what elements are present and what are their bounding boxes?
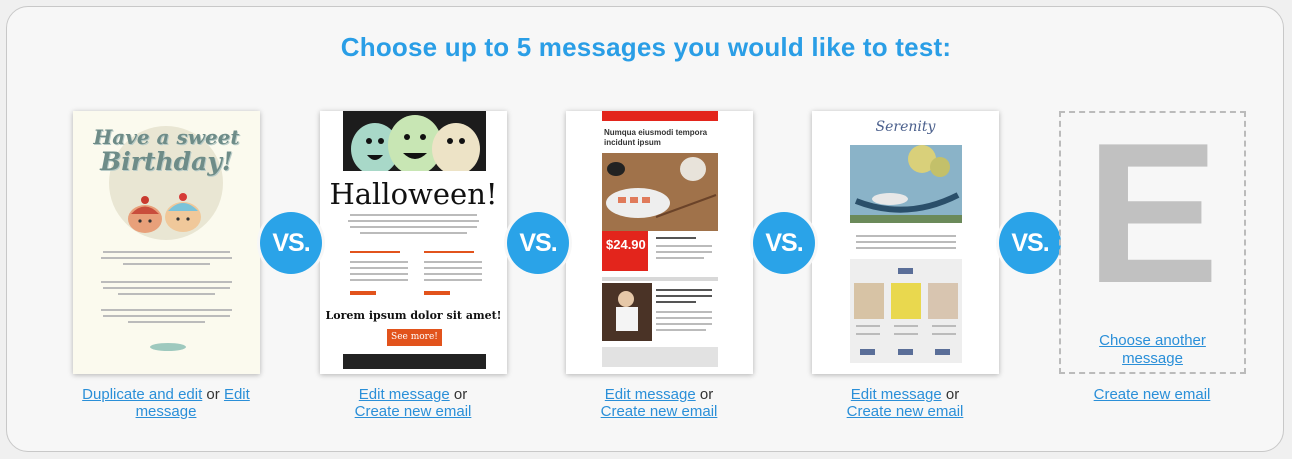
duplicate-and-edit-link[interactable]: Duplicate and edit <box>82 386 202 403</box>
edit-message-link[interactable]: Edit message <box>851 386 942 403</box>
message-card-birthday[interactable]: Have a sweet Birthday! <box>73 111 260 374</box>
card1-actions: Duplicate and edit or Edit message <box>51 386 281 420</box>
birthday-title-line2: Birthday! <box>100 147 233 176</box>
choose-another-message-link[interactable]: Choose another message <box>1061 332 1244 368</box>
message-card-halloween[interactable]: Halloween! Lorem ipsum dolor sit amet! S… <box>320 111 507 374</box>
card2-actions: Edit message or Create new email <box>298 386 528 420</box>
halloween-banner <box>343 111 486 171</box>
birthday-title-line1: Have a sweet <box>93 125 240 149</box>
edit-message-link[interactable]: Edit message <box>605 386 696 403</box>
empty-message-slot[interactable]: E Choose another message <box>1059 111 1246 374</box>
or-text: or <box>202 386 224 403</box>
halloween-title: Halloween! <box>329 177 498 211</box>
food-illustration <box>602 153 718 367</box>
message-card-food[interactable]: Numqua eiusmodi tempora incidunt ipsum $… <box>566 111 753 374</box>
slot-actions: Create new email <box>1037 386 1267 403</box>
halloween-subheading: Lorem ipsum dolor sit amet! <box>325 309 502 322</box>
create-new-email-link[interactable]: Create new email <box>1094 386 1211 403</box>
food-price-block: $24.90 <box>602 231 648 271</box>
vs-badge-4: VS. <box>999 212 1061 274</box>
card3-actions: Edit message or Create new email <box>544 386 774 420</box>
card4-actions: Edit message or Create new email <box>790 386 1020 420</box>
halloween-footer <box>343 354 486 369</box>
vs-badge-2: VS. <box>507 212 569 274</box>
create-new-email-link[interactable]: Create new email <box>847 403 964 420</box>
food-price: $24.90 <box>606 237 646 252</box>
create-new-email-link[interactable]: Create new email <box>355 403 472 420</box>
create-new-email-link[interactable]: Create new email <box>601 403 718 420</box>
choose-another-line1[interactable]: Choose another <box>1099 332 1206 349</box>
edit-link-part2[interactable]: message <box>136 403 197 420</box>
message-card-serenity[interactable]: Serenity <box>812 111 999 374</box>
slot-letter: E <box>1085 102 1220 325</box>
halloween-see-more: See more! <box>387 329 442 346</box>
edit-message-link[interactable]: Edit message <box>359 386 450 403</box>
page-title: Choose up to 5 messages you would like t… <box>340 32 952 62</box>
or-text: or <box>695 386 714 403</box>
or-text: or <box>941 386 960 403</box>
or-text: or <box>449 386 468 403</box>
vs-badge-3: VS. <box>753 212 815 274</box>
choose-another-line2[interactable]: message <box>1122 350 1183 367</box>
vs-badge-1: VS. <box>260 212 322 274</box>
edit-link-part1[interactable]: Edit <box>224 386 250 403</box>
